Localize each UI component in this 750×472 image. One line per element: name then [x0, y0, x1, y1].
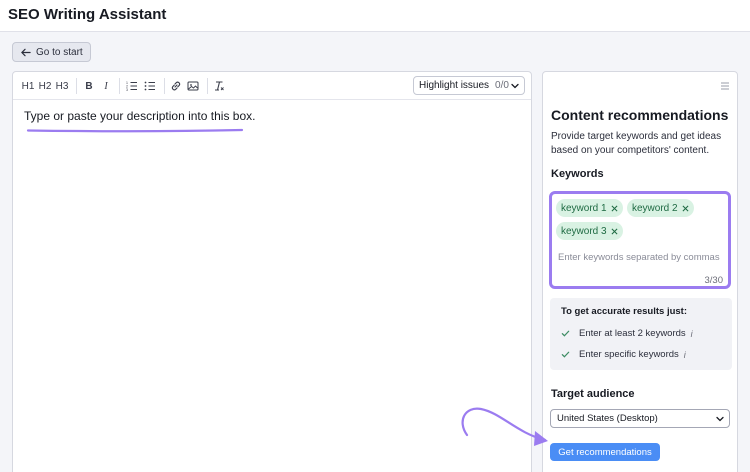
check-icon [561, 330, 570, 337]
app-header: SEO Writing Assistant [0, 0, 750, 32]
toolbar-divider [164, 78, 165, 94]
keywords-input-box[interactable]: keyword 1 keyword 2 keyword 3 Enter keyw… [549, 191, 731, 289]
ordered-list-button[interactable]: 123 [125, 78, 139, 94]
clear-format-button[interactable] [212, 78, 226, 94]
close-icon[interactable] [682, 205, 689, 212]
image-icon [187, 81, 199, 91]
arrow-annotation [461, 407, 548, 446]
bullet-list-icon [144, 81, 155, 91]
keyword-chip-label: keyword 2 [632, 202, 678, 214]
heading-3-label: H3 [55, 80, 69, 92]
clear-format-icon [215, 81, 224, 91]
underline-annotation [26, 128, 244, 133]
ordered-list-icon: 123 [126, 81, 137, 92]
keywords-input[interactable]: Enter keywords separated by commas [558, 252, 720, 263]
panel-description: Provide target keywords and get ideas ba… [551, 131, 722, 156]
chevron-down-icon [511, 83, 519, 89]
italic-button[interactable]: I [100, 78, 112, 94]
go-to-start-button[interactable]: Go to start [12, 42, 91, 62]
info-icon[interactable]: i [691, 329, 693, 339]
keyword-chip: keyword 3 [556, 222, 623, 240]
link-icon [171, 81, 181, 91]
tip-label: Enter at least 2 keywords [579, 328, 686, 339]
highlight-issues-count: 0/0 [495, 80, 509, 91]
panel-title: Content recommendations [551, 107, 729, 123]
heading-1-label: H1 [21, 80, 35, 92]
heading-3-button[interactable]: H3 [55, 78, 69, 94]
heading-2-button[interactable]: H2 [38, 78, 52, 94]
target-audience-value: United States (Desktop) [557, 413, 658, 424]
go-to-start-label: Go to start [36, 46, 83, 58]
keyword-chip-label: keyword 3 [561, 225, 607, 237]
toolbar-divider [76, 78, 77, 94]
editor-placeholder[interactable]: Type or paste your description into this… [24, 109, 255, 123]
heading-2-label: H2 [38, 80, 52, 92]
keyword-chip: keyword 2 [627, 199, 694, 217]
app-title: SEO Writing Assistant [8, 6, 167, 23]
tip-item: Enter specific keywords i [561, 349, 686, 360]
arrow-left-icon [21, 48, 31, 56]
chevron-down-icon [716, 416, 724, 422]
bold-button[interactable]: B [83, 78, 95, 94]
target-audience-dropdown[interactable]: United States (Desktop) [550, 409, 730, 428]
toolbar-divider [207, 78, 208, 94]
keyword-chip-label: keyword 1 [561, 202, 607, 214]
tip-item: Enter at least 2 keywords i [561, 328, 693, 339]
tips-box: To get accurate results just: Enter at l… [550, 298, 732, 370]
keyword-chip: keyword 1 [556, 199, 623, 217]
check-icon [561, 351, 570, 358]
highlight-issues-label: Highlight issues [419, 80, 490, 91]
text-editor[interactable]: H1 H2 H3 B I 123 Highlight issues 0/0 Ty… [12, 71, 532, 472]
get-recommendations-label: Get recommendations [558, 446, 652, 458]
image-button[interactable] [186, 78, 200, 94]
menu-icon[interactable] [719, 80, 731, 92]
info-icon[interactable]: i [684, 350, 686, 360]
italic-label: I [104, 80, 108, 92]
link-button[interactable] [169, 78, 183, 94]
bullet-list-button[interactable] [143, 78, 157, 94]
keywords-count: 3/30 [704, 275, 724, 286]
get-recommendations-button[interactable]: Get recommendations [550, 443, 660, 461]
heading-1-button[interactable]: H1 [21, 78, 35, 94]
editor-toolbar: H1 H2 H3 B I 123 Highlight issues 0/0 [13, 72, 531, 100]
tip-label: Enter specific keywords [579, 349, 679, 360]
close-icon[interactable] [611, 205, 618, 212]
highlight-issues-dropdown[interactable]: Highlight issues 0/0 [413, 76, 525, 95]
tips-title: To get accurate results just: [561, 306, 687, 317]
svg-text:3: 3 [126, 88, 128, 92]
target-audience-heading: Target audience [551, 388, 635, 400]
recommendations-panel: Content recommendations Provide target k… [542, 71, 738, 472]
keywords-heading: Keywords [551, 168, 604, 180]
close-icon[interactable] [611, 228, 618, 235]
toolbar-divider [119, 78, 120, 94]
bold-label: B [85, 80, 93, 92]
